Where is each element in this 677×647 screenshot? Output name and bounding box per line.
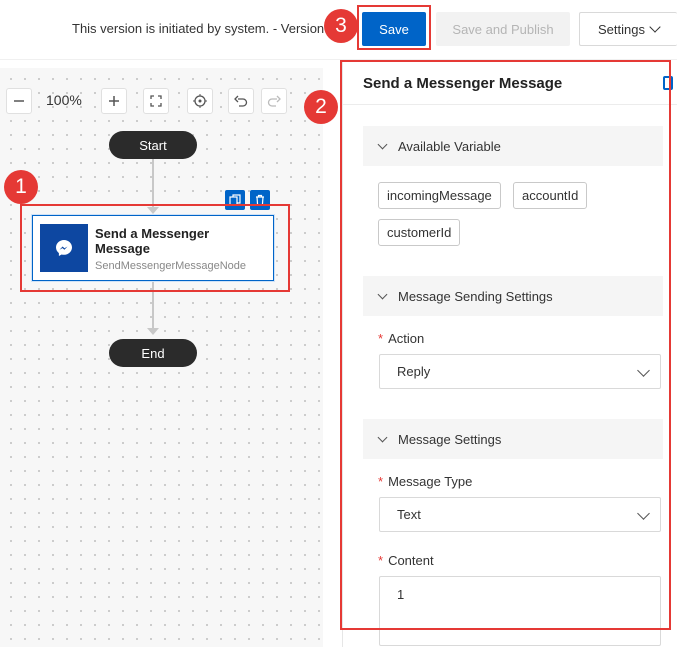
version-info-text: This version is initiated by system. - V… [72,21,324,36]
undo-icon [234,95,248,107]
settings-label: Settings [598,21,645,37]
crosshair-icon [193,94,207,108]
zoom-level: 100% [46,92,82,108]
save-and-publish-button[interactable]: Save and Publish [436,12,570,46]
plus-icon [109,96,119,106]
highlight-box-node [20,204,290,292]
undo-button[interactable] [228,88,254,114]
fullscreen-icon [150,95,162,107]
chevron-down-icon [649,21,661,33]
zoom-in-button[interactable] [101,88,127,114]
zoom-out-button[interactable] [6,88,32,114]
redo-button[interactable] [261,88,287,114]
fit-view-button[interactable] [143,88,169,114]
connector-line [152,159,154,207]
settings-dropdown[interactable]: Settings [579,12,677,46]
redo-icon [267,95,281,107]
step-badge-2: 2 [304,90,338,124]
minus-icon [14,100,24,102]
locate-button[interactable] [187,88,213,114]
arrow-down-icon [147,328,159,335]
step-badge-3: 3 [324,9,358,43]
start-node[interactable]: Start [109,131,197,159]
step-badge-1: 1 [4,170,38,204]
highlight-box-panel [340,60,671,630]
end-node[interactable]: End [109,339,197,367]
highlight-box-save [357,5,431,50]
